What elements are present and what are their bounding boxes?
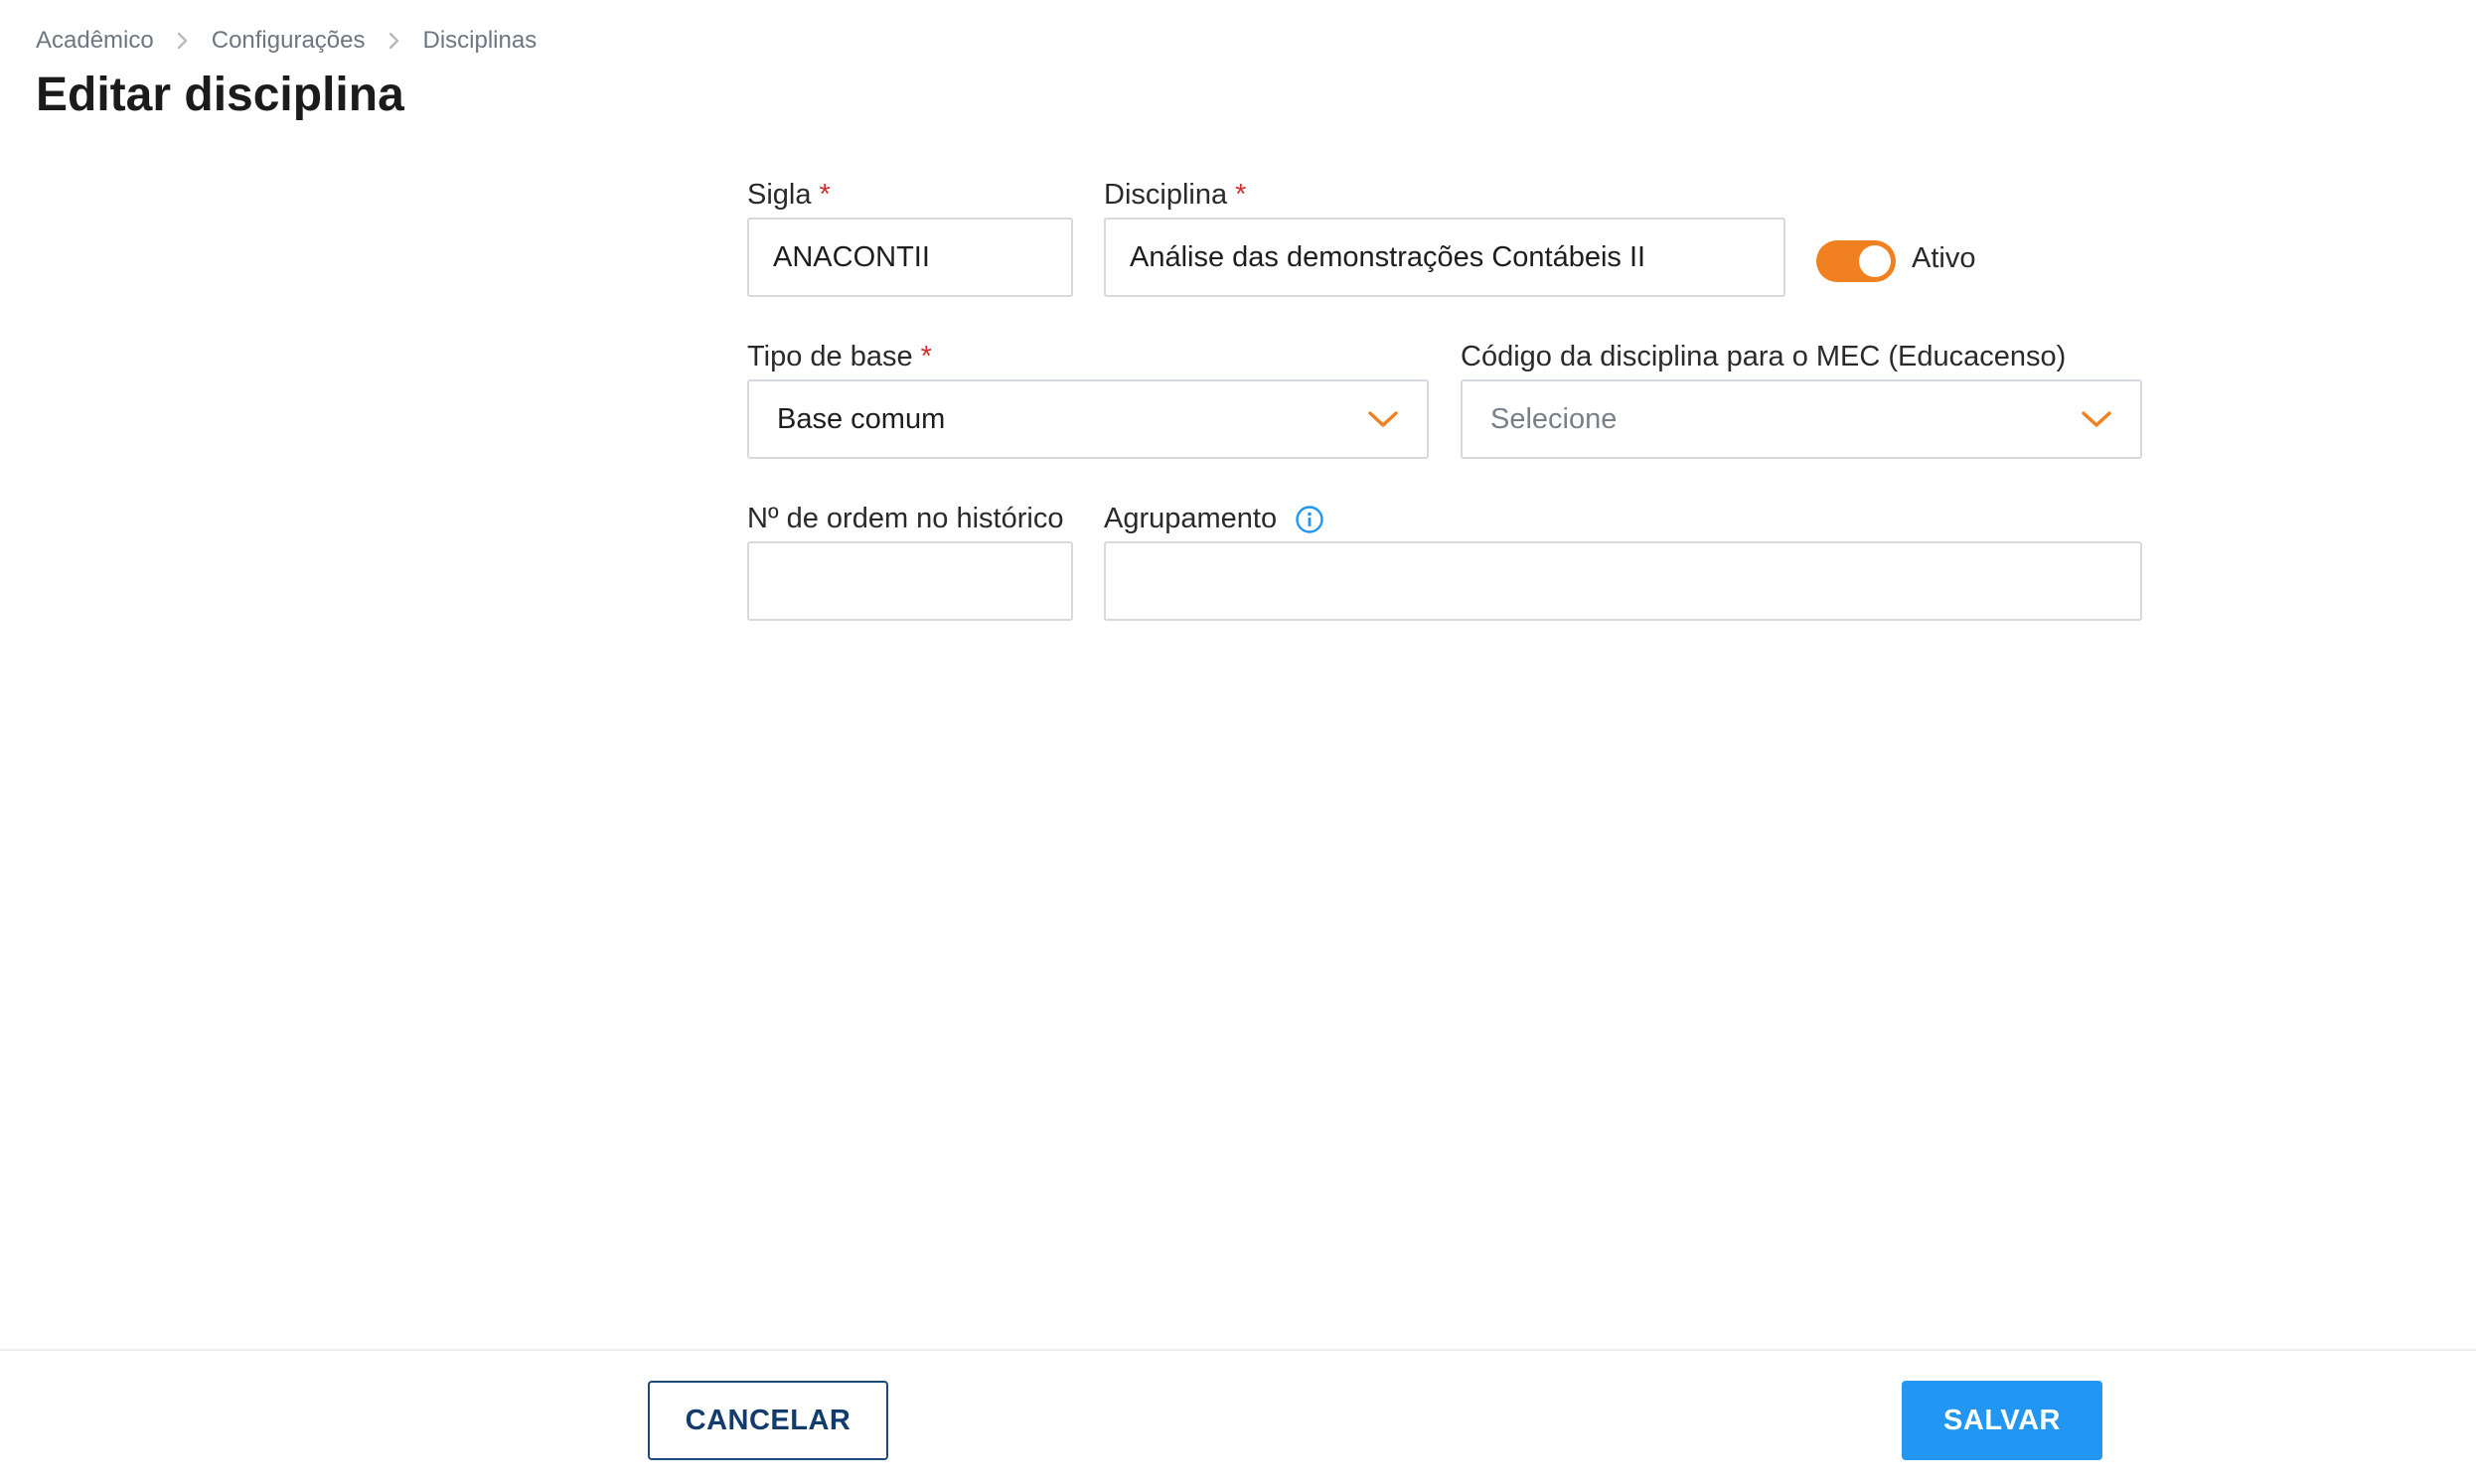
tipo-base-label: Tipo de base * <box>747 341 932 373</box>
page-title: Editar disciplina <box>36 69 404 121</box>
tipo-base-label-text: Tipo de base <box>747 341 913 372</box>
ativo-toggle[interactable] <box>1816 240 1896 282</box>
required-mark: * <box>1235 179 1247 211</box>
sigla-input[interactable]: ANACONTII <box>747 218 1073 297</box>
save-button[interactable]: SALVAR <box>1902 1381 2102 1460</box>
sigla-label: Sigla * <box>747 179 831 212</box>
breadcrumb-item-disciplinas[interactable]: Disciplinas <box>423 27 538 55</box>
disciplina-value: Análise das demonstrações Contábeis II <box>1130 240 1646 273</box>
chevron-right-icon <box>154 26 212 56</box>
footer-divider <box>0 1349 2476 1351</box>
tipo-base-value: Base comum <box>777 402 946 435</box>
codigo-mec-label: Código da disciplina para o MEC (Educace… <box>1461 341 2066 373</box>
disciplina-input[interactable]: Análise das demonstrações Contábeis II <box>1104 218 1785 297</box>
tipo-base-select[interactable]: Base comum <box>747 379 1429 459</box>
toggle-knob <box>1859 245 1891 277</box>
agrupamento-input[interactable] <box>1104 541 2142 621</box>
ativo-label: Ativo <box>1912 242 1976 274</box>
breadcrumb-item-configuracoes[interactable]: Configurações <box>212 27 366 55</box>
required-mark: * <box>920 341 932 372</box>
codigo-mec-select[interactable]: Selecione <box>1461 379 2142 459</box>
codigo-mec-placeholder: Selecione <box>1490 402 1618 435</box>
info-icon[interactable] <box>1295 505 1324 534</box>
chevron-down-icon <box>2082 411 2111 427</box>
ordem-historico-input[interactable] <box>747 541 1073 621</box>
disciplina-label: Disciplina * <box>1104 179 1246 212</box>
ordem-historico-label-text: Nº de ordem no histórico <box>747 503 1064 534</box>
agrupamento-label: Agrupamento <box>1104 503 1324 535</box>
chevron-down-icon <box>1368 411 1398 427</box>
codigo-mec-label-text: Código da disciplina para o MEC (Educace… <box>1461 341 2067 372</box>
chevron-right-icon <box>366 26 423 56</box>
breadcrumb-item-academico[interactable]: Acadêmico <box>36 27 154 55</box>
sigla-value: ANACONTII <box>773 240 930 273</box>
required-mark: * <box>819 179 831 211</box>
agrupamento-label-text: Agrupamento <box>1104 503 1278 534</box>
breadcrumb: Acadêmico Configurações Disciplinas <box>36 26 537 56</box>
edit-discipline-page: Acadêmico Configurações Disciplinas Edit… <box>0 0 2476 1484</box>
disciplina-label-text: Disciplina <box>1104 179 1228 211</box>
sigla-label-text: Sigla <box>747 179 812 211</box>
cancel-button[interactable]: CANCELAR <box>648 1381 888 1460</box>
ordem-historico-label: Nº de ordem no histórico <box>747 503 1063 535</box>
